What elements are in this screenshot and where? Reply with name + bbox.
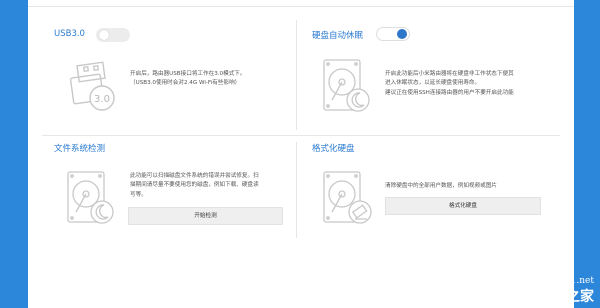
- hard-drive-check-icon: [67, 171, 114, 224]
- sleep-desc-line: 建议正在使用SSH连接路由器的用户不要开启此功能: [385, 89, 514, 96]
- sleep-desc-line: 开启此功能后小米路由器将在硬盘非工作状态下便其: [385, 71, 514, 77]
- fscheck-desc-line: 写等。: [130, 191, 147, 198]
- sleep-desc: 开启此功能后小米路由器将在硬盘非工作状态下便其 进入休眠状态，以延长硬盘使用寿命…: [385, 70, 514, 98]
- usb-desc-line: （USB3.0使用时会对2.4G Wi-Fi有些影响）: [130, 80, 241, 87]
- top-divider: [28, 6, 574, 7]
- fscheck-desc-line: 此功能可以扫描磁盘文件系统的错误并尝试修复。扫: [130, 173, 259, 179]
- usb-title: USB3.0: [54, 29, 85, 39]
- usb-desc-line: 开启后，路由器USB接口将工作在3.0模式下。: [130, 71, 246, 77]
- fscheck-desc-line: 描期间请尽量不要使用您的磁盘，例如下载、硬盘读: [130, 182, 259, 189]
- row-divider: [42, 135, 560, 136]
- format-desc-line: 清除硬盘中的全部用户数据，例如视频或图片: [385, 183, 497, 189]
- usb-badge-text: 3.0: [94, 94, 110, 105]
- usb-drive-icon: 3.0: [69, 61, 115, 111]
- watermark: jb51.net 脚本之家: [538, 276, 594, 306]
- sleep-desc-line: 进入休眠状态，以延长硬盘使用寿命。: [385, 80, 481, 87]
- sleep-title: 硬盘自动休眠: [312, 31, 364, 41]
- watermark-cn: 脚本之家: [538, 289, 594, 305]
- usb-toggle[interactable]: [96, 28, 130, 42]
- format-disk-button[interactable]: 格式化硬盘: [385, 197, 541, 215]
- sleep-toggle[interactable]: [376, 27, 410, 41]
- format-title: 格式化硬盘: [312, 144, 355, 154]
- usb-desc: 开启后，路由器USB接口将工作在3.0模式下。 （USB3.0使用时会对2.4G…: [130, 70, 245, 89]
- watermark-url: jb51.net: [556, 276, 594, 286]
- hard-drive-erase-icon: [323, 171, 372, 224]
- settings-panel: USB3.0 3.0 开启后，路由器USB接口将工作在3.0模式下。 （USB3…: [28, 0, 574, 308]
- column-divider: [296, 20, 297, 130]
- fscheck-desc: 此功能可以扫描磁盘文件系统的错误并尝试修复。扫 描期间请尽量不要使用您的磁盘，例…: [130, 172, 259, 200]
- format-desc: 清除硬盘中的全部用户数据，例如视频或图片: [385, 182, 497, 191]
- start-check-button[interactable]: 开始检测: [128, 207, 283, 225]
- usb-toggle-knob: [99, 30, 109, 40]
- fscheck-title: 文件系统检测: [54, 144, 106, 154]
- hard-drive-sleep-icon: [323, 59, 370, 112]
- sleep-toggle-knob: [397, 29, 407, 39]
- column-divider-lower: [296, 142, 297, 238]
